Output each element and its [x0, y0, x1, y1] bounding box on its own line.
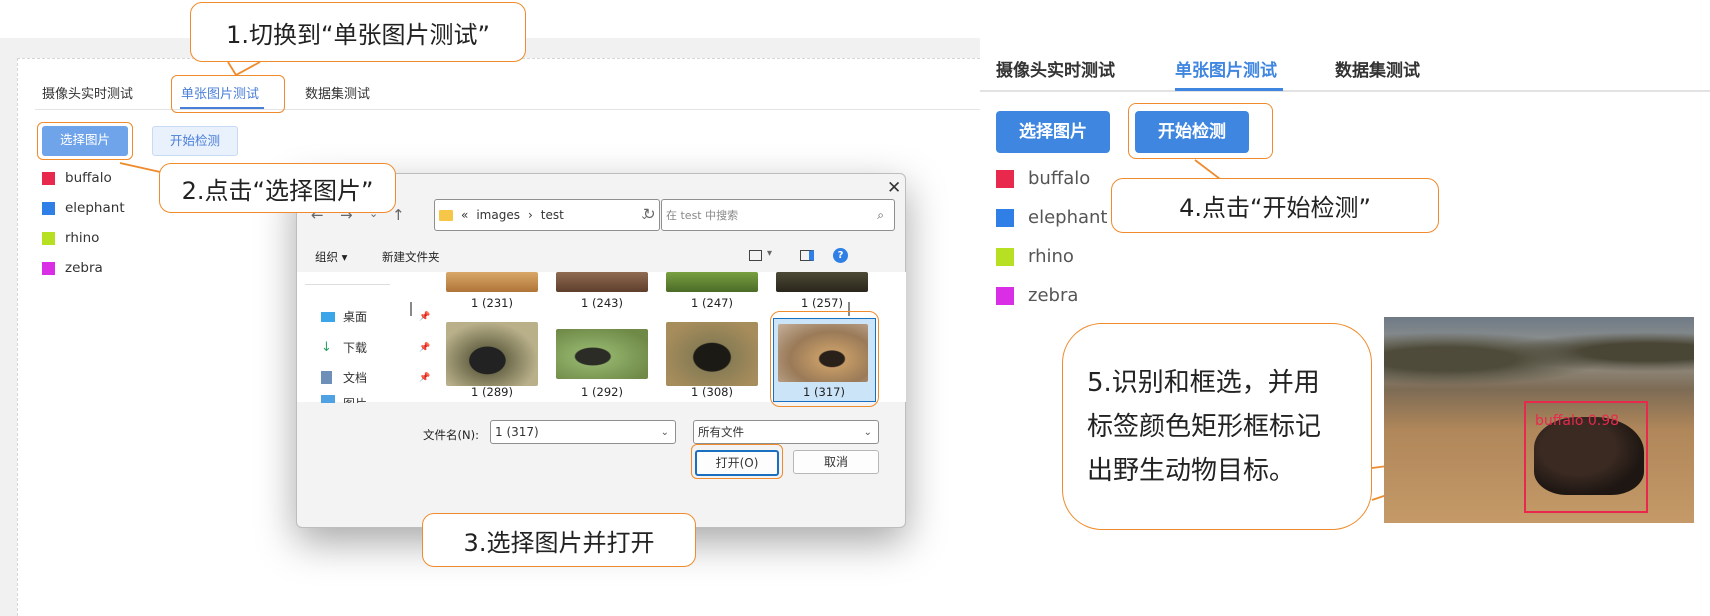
- filename-input[interactable]: 1 (317) ⌄: [490, 420, 676, 444]
- callout-step-5: 5.识别和框选，并用 标签颜色矩形框标记 出野生动物目标。: [1062, 323, 1372, 530]
- nav-scrollbar[interactable]: [410, 302, 412, 316]
- new-folder-button[interactable]: 新建文件夹: [382, 249, 440, 265]
- right-tab-dataset[interactable]: 数据集测试: [1335, 56, 1420, 81]
- selected-file-highlight-ring: [770, 311, 879, 407]
- detect-button-highlight-ring: [1128, 103, 1273, 159]
- pin-icon: 📌: [419, 311, 431, 322]
- detection-label: buffalo 0.98: [1535, 413, 1620, 429]
- nav-label: 图片: [343, 395, 367, 403]
- legend-swatch: [996, 169, 1014, 188]
- pin-icon: 📌: [419, 342, 431, 353]
- legend-label: rhino: [1028, 246, 1074, 267]
- legend-label: zebra: [1028, 285, 1079, 306]
- pictures-icon: [321, 395, 335, 403]
- right-legend-item-elephant: elephant: [996, 207, 1107, 228]
- tree-line: [1384, 317, 1694, 387]
- right-legend-item-buffalo: buffalo: [996, 168, 1090, 189]
- right-tab-divider: [980, 90, 1710, 92]
- legend-swatch: [996, 247, 1014, 266]
- path-test[interactable]: test: [541, 208, 564, 222]
- callout-step-1: 1.切换到“单张图片测试”: [190, 2, 526, 62]
- pin-icon: 📌: [419, 372, 431, 383]
- view-dropdown-icon[interactable]: ▾: [767, 248, 772, 259]
- thumbnail-top-3[interactable]: [666, 272, 758, 292]
- filename-dropdown-icon[interactable]: ⌄: [661, 427, 669, 438]
- callout-text-line: 5.识别和框选，并用: [1087, 367, 1320, 398]
- desktop-icon: [321, 311, 335, 322]
- download-icon: ↓: [321, 340, 332, 355]
- thumbnail-289[interactable]: [446, 322, 538, 386]
- thumbnail-top-1[interactable]: [446, 272, 538, 292]
- legend-swatch: [996, 208, 1014, 227]
- file-caption[interactable]: 1 (257): [767, 296, 877, 310]
- callout-text: 2.点击“选择图片”: [181, 176, 374, 205]
- file-open-dialog: ✕ ← → ⌄ ↑ « images › test ⌄ ↻ 在 test 中搜索…: [296, 173, 906, 528]
- file-caption[interactable]: 1 (243): [547, 296, 657, 310]
- callout-step-2: 2.点击“选择图片”: [159, 163, 396, 213]
- filetype-select[interactable]: 所有文件 ⌄: [693, 420, 879, 444]
- right-active-tab-underline: [1175, 88, 1283, 91]
- close-icon[interactable]: ✕: [887, 178, 901, 198]
- callout-text: 1.切换到“单张图片测试”: [226, 20, 490, 49]
- thumbnail-292[interactable]: [556, 329, 648, 379]
- right-legend-item-rhino: rhino: [996, 246, 1074, 267]
- search-input[interactable]: 在 test 中搜索 ⌕: [661, 199, 895, 231]
- search-icon[interactable]: ⌕: [877, 208, 884, 223]
- filename-value: 1 (317): [495, 425, 539, 439]
- path-images[interactable]: images: [476, 208, 520, 222]
- filetype-value: 所有文件: [698, 425, 744, 439]
- document-icon: [321, 371, 332, 384]
- right-tab-single-image[interactable]: 单张图片测试: [1175, 56, 1277, 81]
- nav-divider: [305, 284, 390, 285]
- file-caption[interactable]: 1 (292): [547, 385, 657, 399]
- legend-label: buffalo: [1028, 168, 1091, 189]
- nav-label: 下载: [343, 341, 368, 355]
- refresh-icon[interactable]: ↻: [643, 205, 656, 223]
- callout-text: 3.选择图片并打开: [463, 528, 655, 557]
- nav-pictures[interactable]: 图片: [321, 395, 367, 403]
- file-caption[interactable]: 1 (308): [657, 385, 767, 399]
- view-options-icon[interactable]: [749, 250, 762, 261]
- callout-step-4: 4.点击“开始检测”: [1111, 178, 1439, 233]
- right-legend-item-zebra: zebra: [996, 285, 1078, 306]
- thumbnail-308[interactable]: [666, 322, 758, 386]
- cancel-button[interactable]: 取消: [793, 450, 879, 474]
- thumbnail-top-4[interactable]: [776, 272, 868, 292]
- nav-label: 文档: [343, 371, 368, 385]
- legend-label: elephant: [1028, 207, 1108, 228]
- callout-text: 4.点击“开始检测”: [1179, 194, 1371, 222]
- help-icon[interactable]: ?: [833, 248, 848, 263]
- nav-downloads[interactable]: ↓ 下载 📌: [321, 339, 430, 356]
- search-placeholder: 在 test 中搜索: [666, 209, 739, 222]
- filename-label: 文件名(N):: [423, 428, 479, 442]
- callout-text-line: 标签颜色矩形框标记: [1087, 411, 1322, 442]
- thumbnail-top-2[interactable]: [556, 272, 648, 292]
- filetype-dropdown-icon[interactable]: ⌄: [864, 427, 872, 438]
- file-caption[interactable]: 1 (231): [437, 296, 547, 310]
- nav-documents[interactable]: 文档 📌: [321, 369, 430, 386]
- path-overflow[interactable]: «: [461, 208, 468, 222]
- right-select-image-button[interactable]: 选择图片: [996, 111, 1110, 153]
- preview-pane-icon[interactable]: [800, 250, 814, 261]
- file-caption[interactable]: 1 (289): [437, 385, 547, 399]
- callout-step-3: 3.选择图片并打开: [422, 513, 696, 567]
- path-separator: ›: [527, 208, 533, 222]
- address-bar[interactable]: « images › test ⌄: [434, 199, 660, 231]
- file-caption[interactable]: 1 (247): [657, 296, 767, 310]
- legend-swatch: [996, 286, 1014, 305]
- organize-menu[interactable]: 组织 ▾: [315, 249, 347, 265]
- folder-icon: [439, 209, 453, 221]
- callout-text-line: 出野生动物目标。: [1087, 455, 1296, 486]
- right-tab-camera-realtime[interactable]: 摄像头实时测试: [996, 56, 1115, 81]
- detection-result-image: buffalo 0.98: [1384, 317, 1694, 523]
- open-button-highlight-ring: [691, 444, 783, 479]
- nav-desktop[interactable]: 桌面 📌: [321, 308, 430, 325]
- nav-label: 桌面: [343, 310, 368, 324]
- up-arrow-icon[interactable]: ↑: [392, 206, 405, 224]
